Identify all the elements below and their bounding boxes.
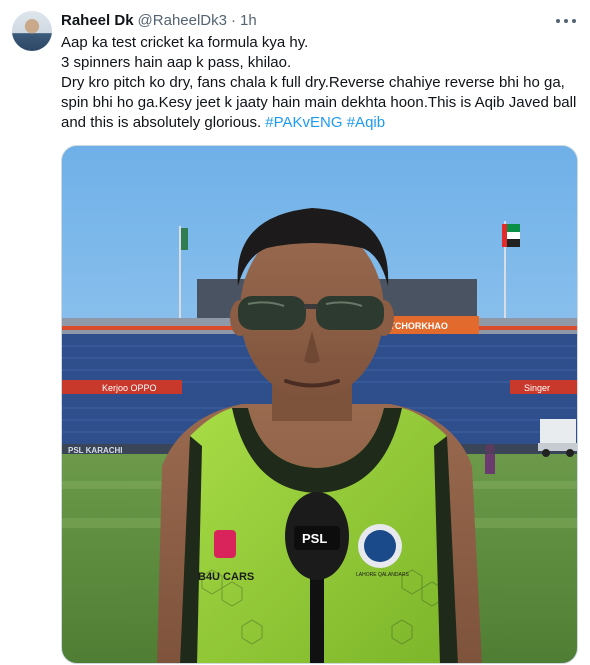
tweet-text: Aap ka test cricket ka formula kya hy. 3… [61, 33, 583, 133]
microphone-label: PSL [302, 531, 327, 546]
avatar[interactable] [12, 11, 52, 51]
separator-dot: · [230, 12, 236, 29]
ad-board-right-text: Singer [524, 383, 550, 393]
timestamp[interactable]: 1h [240, 11, 257, 31]
tweet-text-line: Aap ka test cricket ka formula kya hy. [61, 34, 309, 51]
jersey-sponsor-text: B4U CARS [198, 571, 254, 583]
tweet-header: Raheel Dk @RaheelDk3 · 1h [61, 11, 578, 31]
tweet-text-paragraph: Dry kro pitch ko dry, fans chala k full … [61, 73, 583, 133]
tweet[interactable]: Raheel Dk @RaheelDk3 · 1h Aap ka test cr… [0, 0, 590, 665]
team-badge-text: LAHORE QALANDARS [356, 572, 409, 578]
author-name[interactable]: Raheel Dk [61, 11, 134, 31]
boundary-board-text: PSL KARACHI [68, 446, 123, 455]
hashtag-pakveng[interactable]: #PAKvENG [265, 114, 342, 131]
tweet-text-line: 3 spinners hain aap k pass, khilao. [61, 54, 292, 71]
hashtag-aqib[interactable]: #Aqib [347, 114, 385, 131]
more-options-icon[interactable] [556, 13, 576, 29]
ad-board-left-text: Kerjoo OPPO [102, 383, 157, 393]
author-handle[interactable]: @RaheelDk3 [138, 11, 227, 31]
tweet-media-image[interactable]: #MATCHORKHAO Kerjoo OPPO Singer PSL KARA… [61, 145, 578, 664]
ground-staff [485, 444, 495, 474]
